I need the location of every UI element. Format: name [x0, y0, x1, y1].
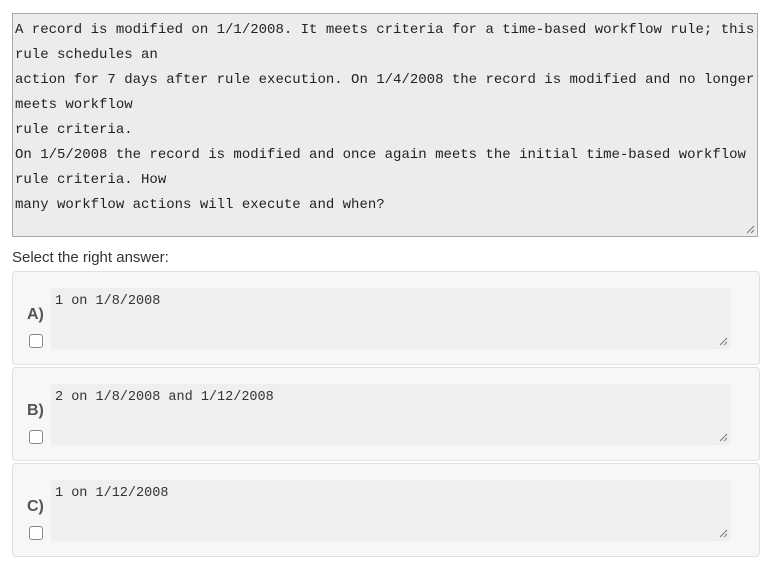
- option-letter: C): [27, 498, 44, 515]
- question-line: rule criteria.: [15, 122, 133, 138]
- option-answer-field[interactable]: 1 on 1/8/2008: [51, 288, 731, 349]
- resize-handle-icon[interactable]: [719, 433, 728, 442]
- resize-handle-icon[interactable]: [719, 529, 728, 538]
- question-text: A record is modified on 1/1/2008. It mee…: [13, 14, 757, 218]
- option-checkbox[interactable]: [29, 430, 43, 444]
- option-checkbox[interactable]: [29, 334, 43, 348]
- option-answer-field[interactable]: 2 on 1/8/2008 and 1/12/2008: [51, 384, 731, 445]
- option-answer-field[interactable]: 1 on 1/12/2008: [51, 480, 731, 541]
- question-line: On 1/5/2008 the record is modified and o…: [15, 147, 746, 163]
- option-card-c[interactable]: C) 1 on 1/12/2008: [12, 463, 760, 557]
- question-line: meets workflow: [15, 97, 133, 113]
- option-card-b[interactable]: B) 2 on 1/8/2008 and 1/12/2008: [12, 367, 760, 461]
- question-line: A record is modified on 1/1/2008. It mee…: [15, 22, 755, 38]
- option-text: 1 on 1/8/2008: [55, 294, 161, 309]
- option-text: 1 on 1/12/2008: [55, 486, 169, 501]
- question-line: rule criteria. How: [15, 172, 167, 188]
- resize-handle-icon[interactable]: [746, 225, 755, 234]
- option-checkbox[interactable]: [29, 526, 43, 540]
- answer-prompt: Select the right answer:: [12, 249, 169, 266]
- option-card-a[interactable]: A) 1 on 1/8/2008: [12, 271, 760, 365]
- question-line: rule schedules an: [15, 47, 158, 63]
- resize-handle-icon[interactable]: [719, 337, 728, 346]
- question-textarea[interactable]: A record is modified on 1/1/2008. It mee…: [12, 13, 758, 237]
- question-line: action for 7 days after rule execution. …: [15, 72, 755, 88]
- option-letter: B): [27, 402, 44, 419]
- question-line: many workflow actions will execute and w…: [15, 197, 385, 213]
- option-text: 2 on 1/8/2008 and 1/12/2008: [55, 390, 274, 405]
- option-letter: A): [27, 306, 44, 323]
